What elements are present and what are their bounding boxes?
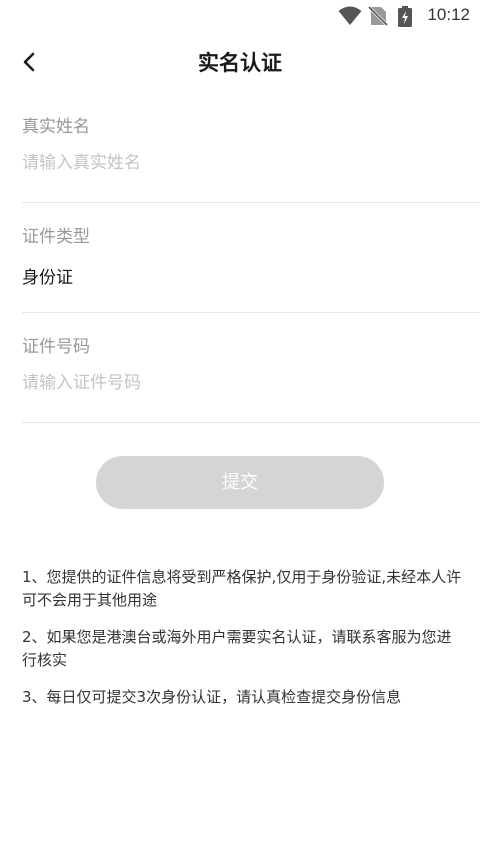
id-number-input[interactable]: [22, 368, 442, 398]
battery-charging-icon: [398, 6, 412, 31]
note-item: 3、每日仅可提交3次身份认证，请认真检查提交身份信息: [22, 688, 402, 706]
note-item: 2、如果您是港澳台或海外用户需要实名认证，请联系客服为您进行核实: [22, 628, 452, 669]
name-field: 真实姓名: [22, 92, 480, 203]
id-type-label: 证件类型: [22, 227, 90, 247]
no-sim-icon: [367, 5, 389, 30]
id-type-value[interactable]: 身份证: [22, 263, 73, 288]
wifi-icon: [338, 6, 362, 30]
submit-button[interactable]: 提交: [96, 456, 384, 509]
name-input[interactable]: [22, 148, 442, 178]
id-type-field[interactable]: 证件类型 身份证: [22, 202, 480, 313]
header: 实名认证: [0, 32, 480, 92]
status-time: 10:12: [427, 5, 470, 24]
status-bar: 10:12: [0, 0, 480, 32]
name-label: 真实姓名: [22, 117, 90, 137]
page-title: 实名认证: [198, 51, 282, 75]
id-number-field: 证件号码: [22, 312, 480, 423]
notes-section: 1、您提供的证件信息将受到严格保护,仅用于身份验证,未经本人许可不会用于其他用途…: [22, 566, 462, 723]
note-item: 1、您提供的证件信息将受到严格保护,仅用于身份验证,未经本人许可不会用于其他用途: [22, 568, 462, 609]
id-number-label: 证件号码: [22, 337, 90, 357]
